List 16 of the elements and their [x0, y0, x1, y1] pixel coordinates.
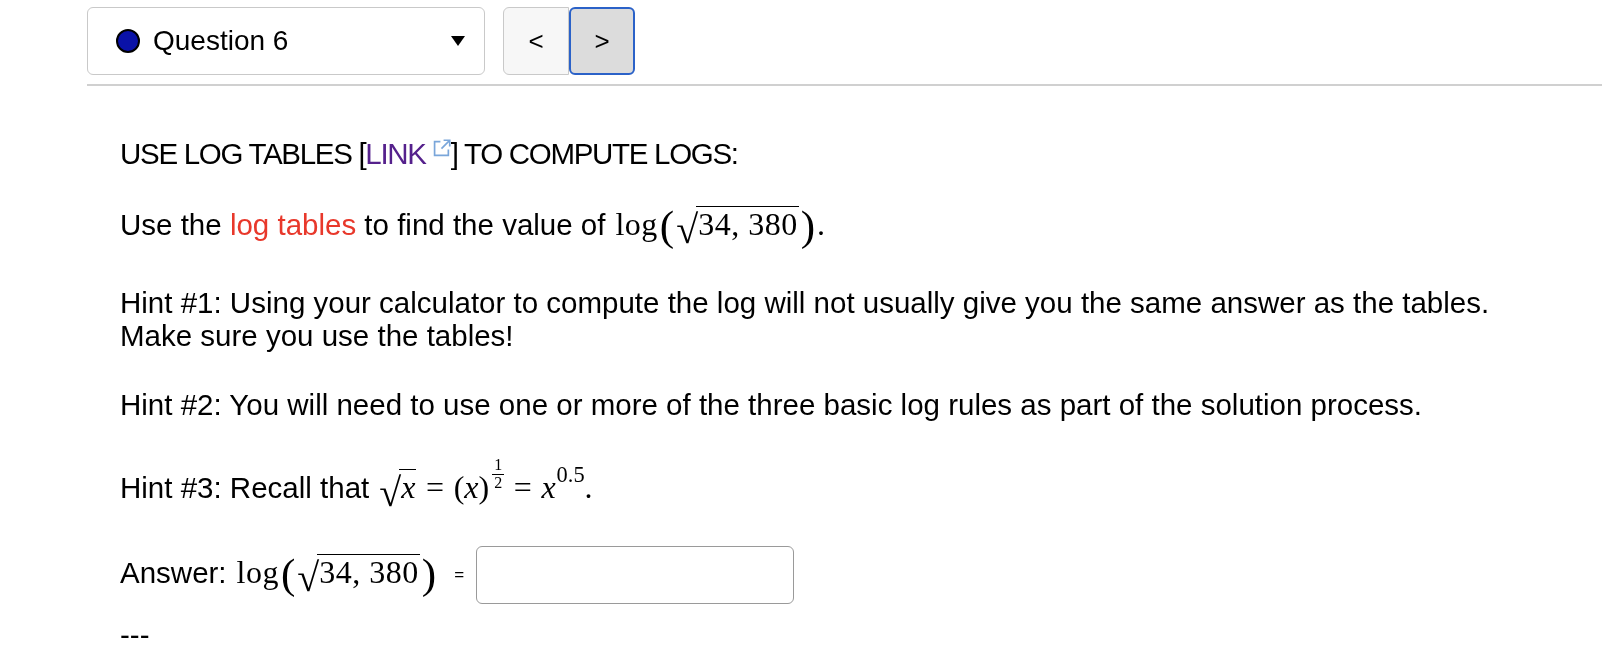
equals-sign: =: [454, 565, 465, 585]
external-link-icon: [432, 139, 451, 157]
problem-text: Use the log tables to find the value of: [120, 207, 606, 241]
hint-text: Hint #2: You will need to use one or more of the three basic log rules as part of the solution process.: [120, 387, 1423, 421]
hint-text: Hint #1: Using your calculator to compute the log will not usually give you the same answer as the tables. Make sure you use the tables!: [120, 286, 1490, 352]
log-tables-link[interactable]: log tables: [229, 207, 357, 241]
instructions-heading: USE LOG TABLES [LINK ] TO COMPUTE LOGS:: [120, 136, 738, 170]
previous-button[interactable]: <: [503, 7, 569, 75]
hint-text: Hint #3: Recall that: [120, 470, 370, 504]
next-button[interactable]: >: [569, 7, 635, 75]
answer-label: Answer:: [120, 555, 227, 589]
caret-icon: [451, 36, 465, 46]
answer-field[interactable]: [476, 546, 795, 604]
separator-text: ---: [120, 618, 150, 651]
question-dropdown[interactable]: Question 6: [87, 7, 485, 75]
external-link[interactable]: LINK: [365, 136, 451, 170]
